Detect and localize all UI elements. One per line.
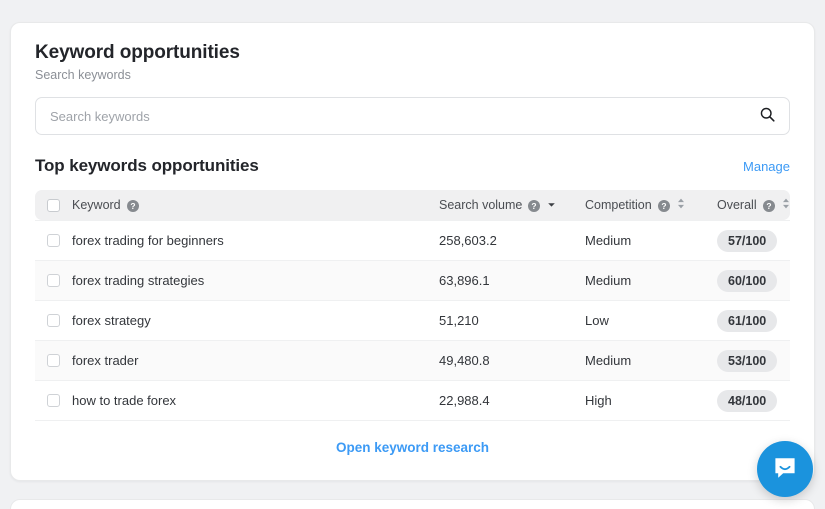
cell-keyword: forex trader (35, 352, 439, 369)
keywords-table: Keyword ? Search volume ? Competition ? … (35, 190, 790, 473)
svg-text:?: ? (661, 201, 666, 211)
page-title: Keyword opportunities (35, 42, 240, 63)
open-keyword-research-link[interactable]: Open keyword research (336, 440, 489, 455)
cell-competition: Medium (585, 232, 717, 249)
card-content: Keyword opportunities Search keywords To… (11, 23, 814, 473)
keyword-text: forex trading strategies (72, 273, 205, 288)
status-badge: 61/100 (717, 309, 778, 332)
competition-text: Medium (585, 353, 632, 368)
status-badge: 53/100 (717, 349, 778, 372)
row-checkbox[interactable] (47, 354, 60, 367)
help-icon-overall[interactable]: ? (762, 199, 775, 212)
cell-overall: 57/100 (717, 229, 778, 252)
column-label-competition: Competition (585, 198, 652, 212)
search-bar (35, 97, 790, 135)
manage-link[interactable]: Manage (743, 158, 790, 176)
row-checkbox[interactable] (47, 314, 60, 327)
column-label-search-volume: Search volume (439, 198, 523, 212)
help-icon-search-volume[interactable]: ? (528, 199, 541, 212)
section-header: Top keywords opportunities Manage (35, 155, 790, 177)
cell-search-volume: 63,896.1 (439, 272, 585, 289)
row-checkbox[interactable] (47, 234, 60, 247)
cell-competition: Medium (585, 352, 717, 369)
column-header-competition[interactable]: Competition ? (585, 196, 717, 214)
section-title: Top keywords opportunities (35, 156, 259, 175)
cell-overall: 48/100 (717, 389, 778, 412)
status-badge: 57/100 (717, 229, 778, 252)
cell-keyword: how to trade forex (35, 392, 439, 409)
cell-overall: 53/100 (717, 349, 778, 372)
table-footer: Open keyword research (35, 420, 790, 473)
cell-competition: Low (585, 312, 717, 329)
svg-text:?: ? (130, 201, 135, 211)
cell-competition: Medium (585, 272, 717, 289)
select-all-checkbox[interactable] (47, 198, 60, 212)
cell-keyword: forex trading strategies (35, 272, 439, 289)
column-header-keyword[interactable]: Keyword ? (35, 197, 439, 213)
competition-text: High (585, 393, 612, 408)
competition-text: Medium (585, 233, 632, 248)
cell-keyword: forex trading for beginners (35, 232, 439, 249)
table-row[interactable]: forex trading for beginners 258,603.2 Me… (35, 220, 790, 260)
search-volume-text: 258,603.2 (439, 233, 497, 248)
table-row[interactable]: how to trade forex 22,988.4 High 48/100 (35, 380, 790, 420)
status-badge: 48/100 (717, 389, 778, 412)
page-subtitle: Search keywords (35, 68, 131, 82)
keyword-text: forex strategy (72, 313, 151, 328)
status-badge: 60/100 (717, 269, 778, 292)
search-icon (759, 106, 776, 126)
search-volume-text: 63,896.1 (439, 273, 490, 288)
row-checkbox[interactable] (47, 394, 60, 407)
column-header-search-volume[interactable]: Search volume ? (439, 196, 585, 214)
column-header-overall[interactable]: Overall ? (717, 196, 790, 214)
keyword-text: forex trader (72, 353, 139, 368)
svg-text:?: ? (532, 201, 537, 211)
sort-desc-icon-search-volume[interactable] (547, 196, 556, 214)
competition-text: Medium (585, 273, 632, 288)
cell-overall: 61/100 (717, 309, 778, 332)
keyword-text: forex trading for beginners (72, 233, 224, 248)
cell-search-volume: 22,988.4 (439, 392, 585, 409)
cell-competition: High (585, 392, 717, 409)
search-volume-text: 49,480.8 (439, 353, 490, 368)
row-checkbox[interactable] (47, 274, 60, 287)
keyword-opportunities-card: Keyword opportunities Search keywords To… (10, 22, 815, 481)
chat-launcher-button[interactable] (757, 441, 813, 497)
column-label-keyword: Keyword (72, 198, 121, 212)
table-row[interactable]: forex trader 49,480.8 Medium 53/100 (35, 340, 790, 380)
table-header-row: Keyword ? Search volume ? Competition ? … (35, 190, 790, 220)
column-label-overall: Overall (717, 198, 757, 212)
sort-toggle-icon-competition[interactable] (677, 196, 685, 214)
chat-bubble-icon (772, 455, 798, 484)
table-row[interactable]: forex trading strategies 63,896.1 Medium… (35, 260, 790, 300)
search-volume-text: 51,210 (439, 313, 479, 328)
page-root: Keyword opportunities Search keywords To… (0, 0, 825, 509)
cell-overall: 60/100 (717, 269, 778, 292)
svg-text:?: ? (766, 201, 771, 211)
search-input[interactable] (35, 97, 790, 135)
search-button[interactable] (752, 101, 782, 131)
keyword-text: how to trade forex (72, 393, 177, 408)
next-card-peek (10, 499, 815, 509)
help-icon-keyword[interactable]: ? (126, 199, 139, 212)
competition-text: Low (585, 313, 609, 328)
table-row[interactable]: forex strategy 51,210 Low 61/100 (35, 300, 790, 340)
cell-search-volume: 258,603.2 (439, 232, 585, 249)
search-volume-text: 22,988.4 (439, 393, 490, 408)
cell-search-volume: 51,210 (439, 312, 585, 329)
cell-keyword: forex strategy (35, 312, 439, 329)
help-icon-competition[interactable]: ? (657, 199, 670, 212)
sort-toggle-icon-overall[interactable] (782, 196, 790, 214)
cell-search-volume: 49,480.8 (439, 352, 585, 369)
